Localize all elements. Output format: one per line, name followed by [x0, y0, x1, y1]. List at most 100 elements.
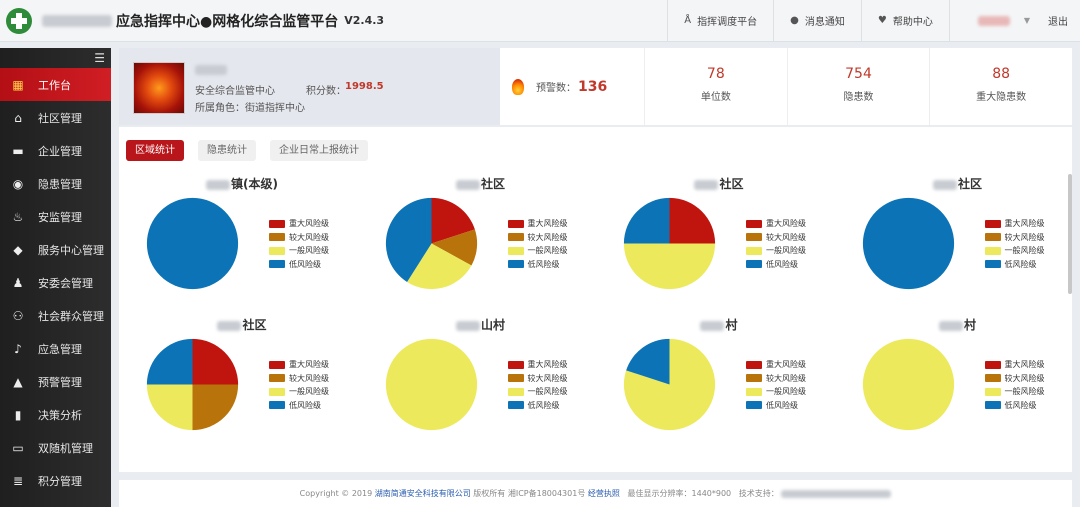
sidebar-item-points[interactable]: ≣ 积分管理: [0, 464, 111, 497]
legend-item-low[interactable]: 低风险级: [269, 399, 329, 413]
pie-chart[interactable]: [861, 196, 956, 291]
legend-item-general[interactable]: 一般风险级: [269, 244, 329, 258]
redacted-username: [977, 15, 1010, 26]
user-menu[interactable]: ▼ 退出: [948, 0, 1080, 41]
legend-item-general[interactable]: 一般风险级: [746, 244, 806, 258]
pie-chart[interactable]: [384, 196, 479, 291]
legend-item-major[interactable]: 重大风险级: [746, 217, 806, 231]
legend-item-major[interactable]: 重大风险级: [984, 217, 1045, 231]
pie-slice-general[interactable]: [385, 338, 477, 431]
sidebar-item-enterprise[interactable]: ▬ 企业管理: [0, 134, 111, 167]
sidebar-item-analysis[interactable]: ▮ 决策分析: [0, 398, 111, 431]
legend-item-large[interactable]: 较大风险级: [746, 372, 806, 386]
legend-swatch: [507, 260, 524, 269]
nav-help[interactable]: ♥ 帮助中心: [860, 0, 949, 41]
legend-item-general[interactable]: 一般风险级: [507, 385, 568, 399]
pie-slice-low[interactable]: [862, 197, 954, 290]
legend-item-major[interactable]: 重大风险级: [507, 358, 568, 372]
legend-item-low[interactable]: 低风险级: [984, 258, 1045, 272]
sidebar-item-warning[interactable]: ▲ 预警管理: [0, 365, 111, 398]
stat-units[interactable]: 78 单位数: [645, 48, 788, 125]
nav-dispatch[interactable]: Å 指挥调度平台: [667, 0, 773, 41]
legend-swatch: [269, 374, 285, 383]
sidebar-item-service-center[interactable]: ◆ 服务中心管理: [0, 233, 111, 266]
legend-item-major[interactable]: 重大风险级: [269, 358, 329, 372]
chart-title-text: 社区: [242, 318, 267, 332]
pie-chart[interactable]: [622, 196, 717, 291]
legend-item-low[interactable]: 低风险级: [746, 399, 806, 413]
legend-item-large[interactable]: 较大风险级: [507, 372, 568, 386]
chart-title-text: 山村: [480, 318, 505, 332]
sidebar-item-safety-committee[interactable]: ♟ 安委会管理: [0, 266, 111, 299]
redacted-org-name: [42, 14, 112, 27]
pie-slice-general[interactable]: [146, 384, 193, 431]
chart-title: 社区: [123, 316, 361, 333]
legend-swatch: [746, 246, 762, 255]
legend-swatch: [746, 233, 762, 242]
pie-chart-card: 村重大风险级 较大风险级 一般风险级 低风险级: [600, 316, 838, 448]
menu-toggle-icon[interactable]: ☰: [0, 48, 111, 68]
nav-messages[interactable]: ● 消息通知: [773, 0, 861, 41]
pie-chart[interactable]: [145, 196, 240, 291]
sidebar-item-community[interactable]: ⌂ 社区管理: [0, 101, 111, 134]
pie-chart[interactable]: [861, 337, 956, 432]
legend-item-general[interactable]: 一般风险级: [746, 385, 806, 399]
legend-item-large[interactable]: 较大风险级: [746, 231, 806, 245]
warning-stat[interactable]: 预警数： 136: [500, 48, 645, 125]
legend-swatch: [984, 360, 1001, 369]
pie-slice-general[interactable]: [623, 243, 716, 290]
resolution-text: 最佳显示分辨率：1440*900: [627, 489, 732, 498]
sidebar-item-hazard[interactable]: ◉ 隐患管理: [0, 167, 111, 200]
sidebar-item-workspace[interactable]: ▦ 工作台: [0, 68, 111, 101]
legend-item-low[interactable]: 低风险级: [269, 258, 329, 272]
pie-chart[interactable]: [384, 337, 479, 432]
legend-item-major[interactable]: 重大风险级: [269, 217, 329, 231]
legend-item-major[interactable]: 重大风险级: [507, 217, 568, 231]
pie-chart[interactable]: [622, 337, 717, 432]
legend-swatch: [507, 219, 524, 228]
sidebar-item-public[interactable]: ⚇ 社会群众管理: [0, 299, 111, 332]
legend-label: 较大风险级: [527, 232, 568, 242]
tab-hazard-stats[interactable]: 隐患统计: [198, 140, 256, 161]
stat-hazards[interactable]: 754 隐患数: [788, 48, 931, 125]
pie-slice-general[interactable]: [862, 338, 954, 431]
legend-item-low[interactable]: 低风险级: [746, 258, 806, 272]
pie-slice-low[interactable]: [623, 197, 670, 244]
sidebar-item-random-inspection[interactable]: ▭ 双随机管理: [0, 431, 111, 464]
legend-item-large[interactable]: 较大风险级: [269, 372, 329, 386]
sidebar-item-emergency[interactable]: ♪ 应急管理: [0, 332, 111, 365]
legend-item-low[interactable]: 低风险级: [984, 399, 1045, 413]
stats-tabs: 区域统计 隐患统计 企业日常上报统计: [126, 140, 382, 161]
legend-item-large[interactable]: 较大风险级: [507, 231, 568, 245]
pie-slice-low[interactable]: [146, 197, 239, 290]
sidebar-item-safety[interactable]: ♨ 安监管理: [0, 200, 111, 233]
legend-item-low[interactable]: 低风险级: [507, 258, 568, 272]
legend-label: 一般风险级: [289, 246, 329, 256]
legend-item-low[interactable]: 低风险级: [507, 399, 568, 413]
legend-item-major[interactable]: 重大风险级: [984, 358, 1045, 372]
pie-slice-major[interactable]: [192, 338, 239, 385]
company-link[interactable]: 湖南简通安全科技有限公司: [375, 489, 471, 498]
legend-item-general[interactable]: 一般风险级: [984, 385, 1045, 399]
legend-item-large[interactable]: 较大风险级: [984, 231, 1045, 245]
legend-label: 重大风险级: [1004, 360, 1045, 370]
computer-icon: ▭: [12, 440, 24, 455]
legend-item-large[interactable]: 较大风险级: [269, 231, 329, 245]
legend-item-general[interactable]: 一般风险级: [269, 385, 329, 399]
license-link[interactable]: 经营执照: [588, 489, 620, 498]
stat-major-hazards[interactable]: 88 重大隐患数: [930, 48, 1072, 125]
logout-link[interactable]: 退出: [1048, 13, 1068, 28]
legend-item-major[interactable]: 重大风险级: [746, 358, 806, 372]
pie-chart[interactable]: [145, 337, 240, 432]
stat-value: 88: [992, 66, 1011, 82]
legend-item-general[interactable]: 一般风险级: [507, 244, 568, 258]
pie-slice-major[interactable]: [669, 197, 716, 244]
legend-swatch: [507, 387, 524, 396]
tab-enterprise-report-stats[interactable]: 企业日常上报统计: [270, 140, 368, 161]
legend-item-large[interactable]: 较大风险级: [984, 372, 1045, 386]
legend-item-general[interactable]: 一般风险级: [984, 244, 1045, 258]
pie-slice-low[interactable]: [146, 338, 193, 385]
pie-slice-large[interactable]: [192, 384, 239, 431]
tab-region-stats[interactable]: 区域统计: [126, 140, 184, 161]
app-title: 应急指挥中心●网格化综合监管平台: [116, 13, 339, 30]
